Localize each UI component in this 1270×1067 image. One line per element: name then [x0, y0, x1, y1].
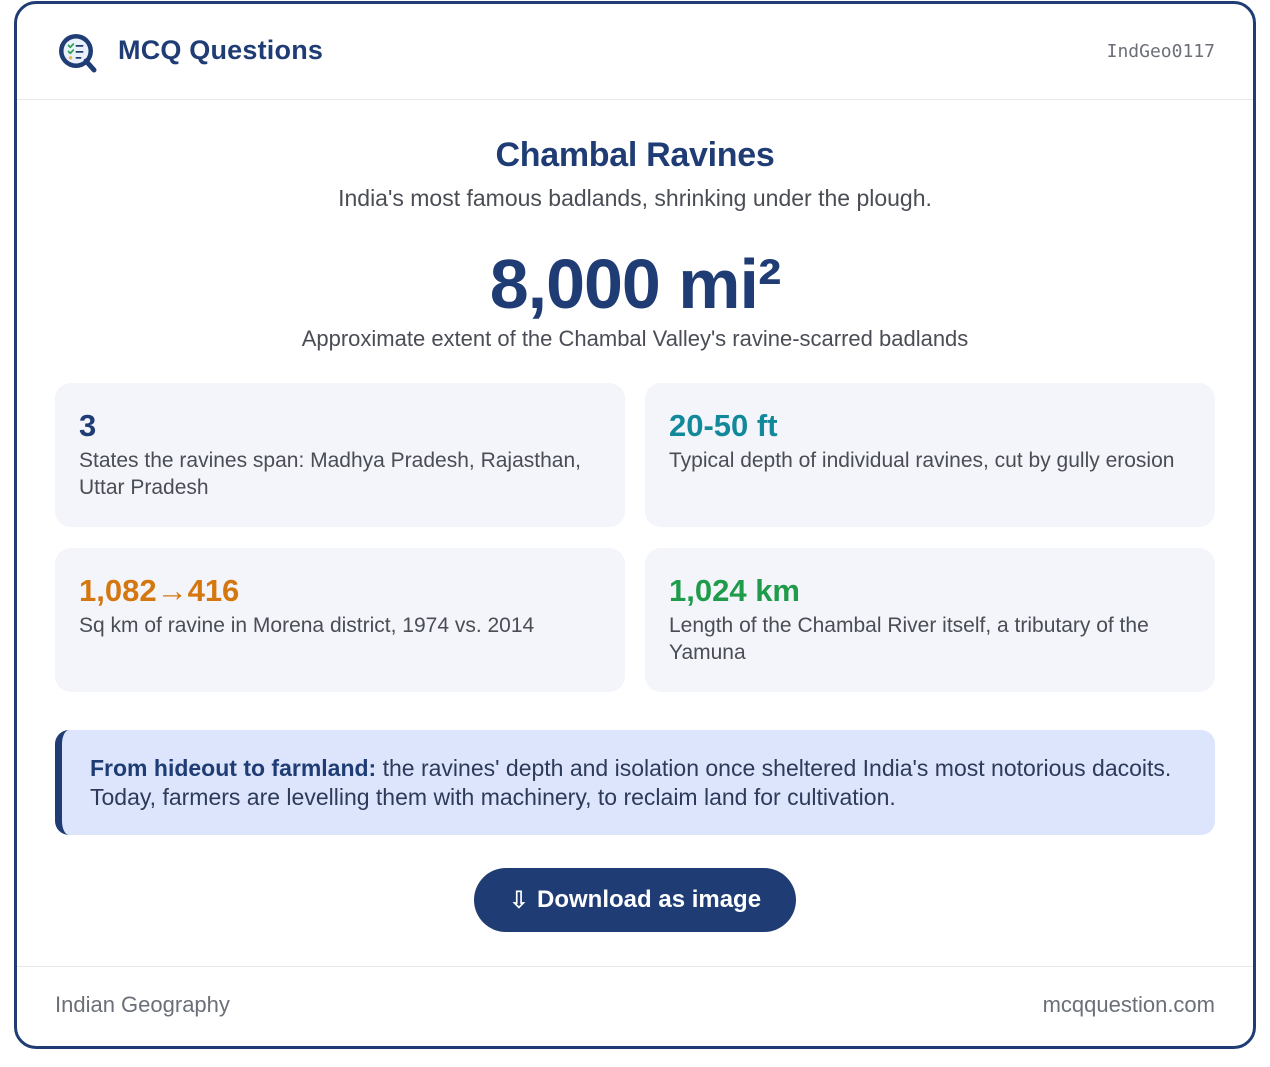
- card-footer: Indian Geography mcqquestion.com: [17, 966, 1253, 1046]
- footer-site: mcqquestion.com: [1042, 992, 1215, 1017]
- stat-value: 1,024 km: [669, 573, 800, 608]
- stat-value: 3: [79, 408, 97, 443]
- stat-description: States the ravines span: Madhya Pradesh,…: [79, 449, 581, 499]
- stat-description: Typical depth of individual ravines, cut…: [669, 449, 1175, 472]
- stat-box-states: 3 States the ravines span: Madhya Prades…: [55, 383, 625, 527]
- headline-stat-caption: Approximate extent of the Chambal Valley…: [301, 326, 969, 351]
- callout-note: From hideout to farmland: the ravines' d…: [55, 730, 1215, 835]
- stat-value: 1,082→416: [79, 573, 240, 608]
- stat-box-depth: 20-50 ft Typical depth of individual rav…: [645, 383, 1215, 527]
- page-title: Chambal Ravines: [495, 136, 775, 174]
- download-image-button[interactable]: ⇩ Download as image: [474, 868, 796, 932]
- fact-card: MCQ Questions IndGeo0117 Chambal Ravines…: [14, 1, 1256, 1049]
- download-button-label: Download as image: [537, 886, 762, 913]
- stat-box-morena: 1,082→416 Sq km of ravine in Morena dist…: [55, 548, 625, 692]
- download-arrow-icon: ⇩: [508, 886, 530, 914]
- page-subtitle: India's most famous badlands, shrinking …: [338, 185, 932, 211]
- stat-value: 20-50 ft: [669, 408, 778, 443]
- stat-description: Length of the Chambal River itself, a tr…: [669, 614, 1149, 664]
- brand-name: MCQ Questions: [118, 35, 324, 65]
- question-code: IndGeo0117: [1106, 41, 1215, 62]
- quiz-checklist-icon: [59, 34, 97, 73]
- card-header: MCQ Questions IndGeo0117: [17, 4, 1253, 100]
- headline-stat: 8,000 mi²: [489, 245, 782, 323]
- callout-lead: From hideout to farmland:: [90, 755, 377, 781]
- stat-box-river-length: 1,024 km Length of the Chambal River its…: [645, 548, 1215, 692]
- footer-category: Indian Geography: [55, 992, 230, 1017]
- stat-description: Sq km of ravine in Morena district, 1974…: [79, 614, 535, 637]
